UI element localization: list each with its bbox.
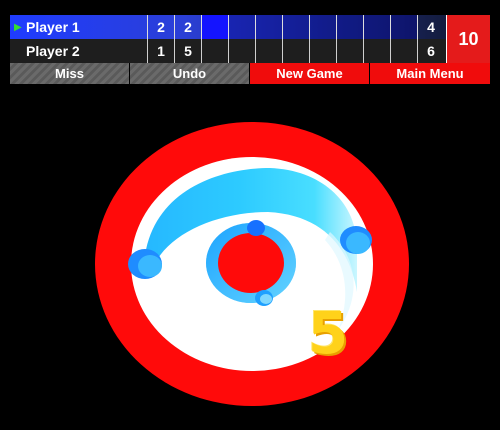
player-2-frame-6: [282, 39, 309, 63]
player-1-name: Player 1: [26, 19, 80, 35]
player-1-frame-1: 2: [147, 15, 174, 39]
bullseye-red: [218, 233, 284, 293]
player-1-row: ▶ Player 1 2 2 4: [10, 15, 446, 39]
player-1-name-cell: ▶ Player 1: [10, 15, 147, 39]
player-1-frame-3: [201, 15, 228, 39]
player-1-frame-9: [363, 15, 390, 39]
player-2-name-cell: Player 2: [10, 39, 147, 63]
target-board: [95, 122, 409, 406]
new-game-button[interactable]: New Game: [250, 63, 370, 84]
player-2-frame-1: 1: [147, 39, 174, 63]
player-1-frame-10: [390, 15, 417, 39]
player-2-frame-5: [255, 39, 282, 63]
player-2-frame-2: 5: [174, 39, 201, 63]
miss-button[interactable]: Miss: [10, 63, 130, 84]
player-1-frame-6: [282, 15, 309, 39]
player-1-frame-5: [255, 15, 282, 39]
dart-marker-top: [247, 220, 265, 236]
player-2-frame-8: [336, 39, 363, 63]
main-menu-button[interactable]: Main Menu: [370, 63, 490, 84]
player-2-name: Player 2: [26, 43, 80, 59]
player-2-frame-7: [309, 39, 336, 63]
player-1-frame-2: 2: [174, 15, 201, 39]
player-2-frame-9: [363, 39, 390, 63]
player-1-frame-7: [309, 15, 336, 39]
player-1-frame-8: [336, 15, 363, 39]
player-2-row: Player 2 1 5 6: [10, 39, 446, 63]
throw-score-popup: 5: [307, 299, 349, 367]
player-2-frame-4: [228, 39, 255, 63]
player-1-frame-4: [228, 15, 255, 39]
active-turn-arrow-icon: ▶: [14, 21, 22, 33]
action-bar: Miss Undo New Game Main Menu: [10, 63, 490, 84]
player-2-total: 6: [417, 39, 444, 63]
player-1-total: 4: [417, 15, 444, 39]
player-2-frame-3: [201, 39, 228, 63]
scoreboard: ▶ Player 1 2 2 4 Player 2 1 5 6 10 Miss: [10, 15, 490, 85]
round-counter: 10: [446, 15, 490, 63]
undo-button[interactable]: Undo: [130, 63, 250, 84]
player-2-frame-10: [390, 39, 417, 63]
